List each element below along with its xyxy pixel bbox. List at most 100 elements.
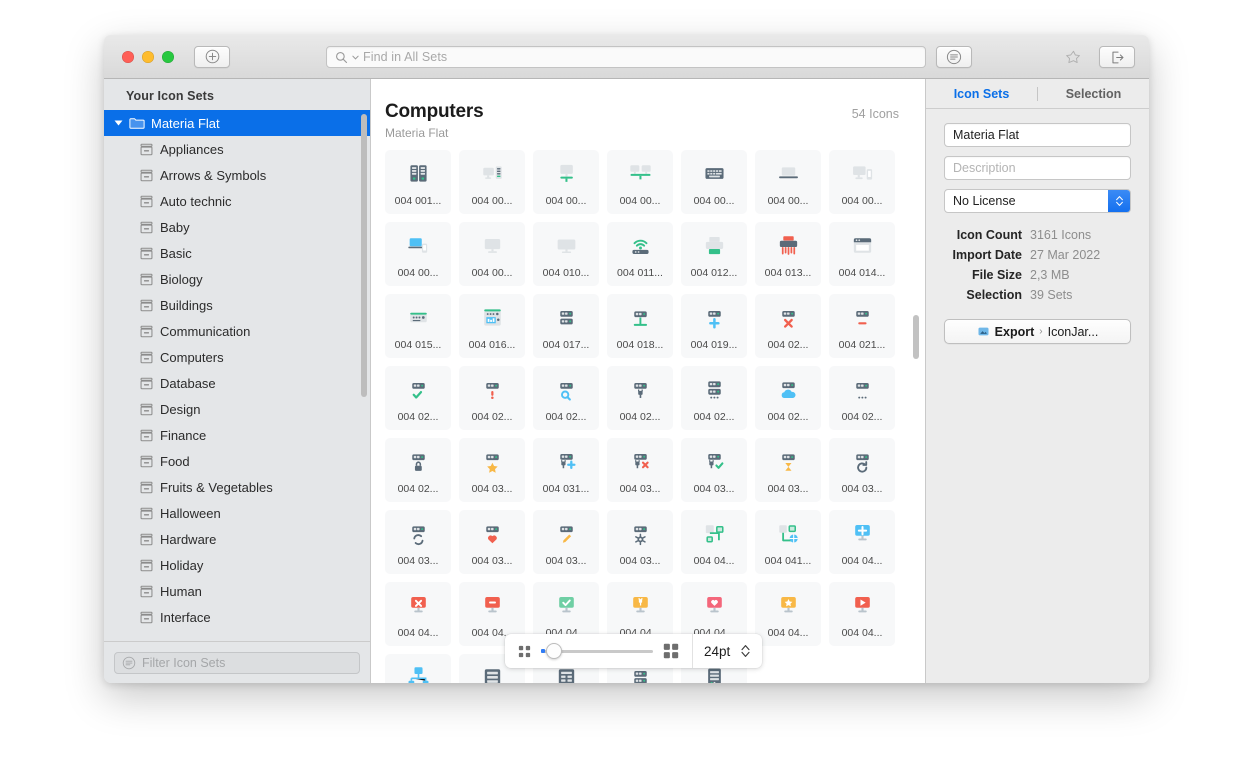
icon-label: 004 031... bbox=[543, 483, 590, 495]
sidebar-item-holiday[interactable]: Holiday bbox=[104, 552, 370, 578]
sidebar-item-communication[interactable]: Communication bbox=[104, 318, 370, 344]
license-select[interactable]: No License bbox=[944, 189, 1131, 213]
icon-cell[interactable]: 004 03... bbox=[607, 438, 673, 502]
tab-selection[interactable]: Selection bbox=[1038, 87, 1149, 101]
minimize-button[interactable] bbox=[142, 51, 154, 63]
icon-cell[interactable]: 004 00... bbox=[533, 150, 599, 214]
sidebar-item-database[interactable]: Database bbox=[104, 370, 370, 396]
sidebar-item-appliances[interactable]: Appliances bbox=[104, 136, 370, 162]
export-button[interactable] bbox=[1099, 46, 1135, 68]
sidebar-item-halloween[interactable]: Halloween bbox=[104, 500, 370, 526]
icon-cell[interactable]: 004 00... bbox=[607, 150, 673, 214]
icon-cell[interactable]: 004 02... bbox=[607, 366, 673, 430]
sidebar-item-finance[interactable]: Finance bbox=[104, 422, 370, 448]
icon-cell[interactable]: 004 00... bbox=[681, 150, 747, 214]
icon-cell[interactable]: 004 014... bbox=[829, 222, 895, 286]
icon-cell[interactable]: 004 015... bbox=[385, 294, 451, 358]
sidebar-scrollbar[interactable] bbox=[361, 114, 367, 397]
icon-cell[interactable]: 004 00... bbox=[459, 150, 525, 214]
sidebar-item-auto-technic[interactable]: Auto technic bbox=[104, 188, 370, 214]
tab-icon-sets[interactable]: Icon Sets bbox=[926, 87, 1037, 101]
disclosure-triangle-icon[interactable] bbox=[115, 121, 123, 126]
icon-cell[interactable]: 004 013... bbox=[755, 222, 821, 286]
icon-cell[interactable]: 004 03... bbox=[459, 438, 525, 502]
icon-set-icon bbox=[139, 610, 154, 625]
icon-cell[interactable]: 004 012... bbox=[681, 222, 747, 286]
icon-label: 004 00... bbox=[472, 267, 513, 279]
sidebar-item-food[interactable]: Food bbox=[104, 448, 370, 474]
icon-cell[interactable]: 004 00... bbox=[829, 150, 895, 214]
sidebar-item-biology[interactable]: Biology bbox=[104, 266, 370, 292]
sidebar-item-design[interactable]: Design bbox=[104, 396, 370, 422]
inspector-tabs: Icon Sets Selection bbox=[926, 79, 1149, 109]
filter-input[interactable]: Filter Icon Sets bbox=[114, 652, 360, 674]
icon-cell[interactable]: 004 04... bbox=[829, 582, 895, 646]
icon-cell[interactable]: 004 016... bbox=[459, 294, 525, 358]
favorite-button[interactable] bbox=[1055, 46, 1091, 68]
icon-cell[interactable]: 004 021... bbox=[829, 294, 895, 358]
icon-cell[interactable]: 004 04... bbox=[681, 510, 747, 574]
icon-cell[interactable]: 004 03... bbox=[607, 510, 673, 574]
icon-cell[interactable]: 004 03... bbox=[681, 438, 747, 502]
icon-cell[interactable]: 004 03... bbox=[829, 438, 895, 502]
icon-cell[interactable]: 004 00... bbox=[459, 222, 525, 286]
icon-cell[interactable]: 004 04... bbox=[385, 582, 451, 646]
icon-cell[interactable]: 004 02... bbox=[385, 366, 451, 430]
icon-cell[interactable]: 004 001... bbox=[385, 150, 451, 214]
icon-cell[interactable]: 004 00... bbox=[755, 150, 821, 214]
monitor-plug-orange-icon bbox=[628, 592, 653, 618]
set-description-input[interactable]: Description bbox=[944, 156, 1131, 180]
slider-knob[interactable] bbox=[546, 643, 562, 659]
icon-cell[interactable]: 004 04... bbox=[829, 510, 895, 574]
icon-cell[interactable]: 004 03... bbox=[459, 510, 525, 574]
icon-cell[interactable]: 004 02... bbox=[829, 366, 895, 430]
sidebar-item-basic[interactable]: Basic bbox=[104, 240, 370, 266]
icon-cell[interactable]: 004 03... bbox=[385, 510, 451, 574]
main-scrollbar[interactable] bbox=[913, 315, 919, 359]
icon-cell[interactable]: 004 041... bbox=[755, 510, 821, 574]
filter-button[interactable] bbox=[936, 46, 972, 68]
sidebar-item-interface[interactable]: Interface bbox=[104, 604, 370, 630]
icon-size-slider[interactable] bbox=[541, 644, 653, 658]
sidebar-item-fruits-vegetables[interactable]: Fruits & Vegetables bbox=[104, 474, 370, 500]
small-grid-icon[interactable] bbox=[517, 644, 532, 659]
icon-cell[interactable]: 004 02... bbox=[755, 366, 821, 430]
icon-cell[interactable]: 004 018... bbox=[607, 294, 673, 358]
icon-cell[interactable]: 004 02... bbox=[459, 366, 525, 430]
close-button[interactable] bbox=[122, 51, 134, 63]
icon-cell[interactable]: 004 02... bbox=[533, 366, 599, 430]
zoom-toolbar: 24pt bbox=[505, 634, 762, 668]
sidebar-item-computers[interactable]: Computers bbox=[104, 344, 370, 370]
stepper-arrows-icon[interactable] bbox=[740, 643, 751, 659]
export-target: IconJar... bbox=[1048, 325, 1099, 339]
sidebar-item-materia-flat[interactable]: Materia Flat bbox=[104, 110, 370, 136]
chevron-down-icon bbox=[352, 54, 359, 61]
icon-cell[interactable]: 004 03... bbox=[533, 510, 599, 574]
icon-cell[interactable]: 004 00... bbox=[385, 222, 451, 286]
icon-cell[interactable] bbox=[385, 654, 451, 683]
set-name-input[interactable]: Materia Flat bbox=[944, 123, 1131, 147]
sidebar-item-arrows-symbols[interactable]: Arrows & Symbols bbox=[104, 162, 370, 188]
icon-cell[interactable]: 004 019... bbox=[681, 294, 747, 358]
icon-label: 004 03... bbox=[768, 483, 809, 495]
add-button[interactable] bbox=[194, 46, 230, 68]
sidebar-item-hardware[interactable]: Hardware bbox=[104, 526, 370, 552]
sidebar-item-buildings[interactable]: Buildings bbox=[104, 292, 370, 318]
sidebar-item-baby[interactable]: Baby bbox=[104, 214, 370, 240]
sidebar-item-human[interactable]: Human bbox=[104, 578, 370, 604]
monitor-star-orange-icon bbox=[776, 592, 801, 618]
icon-cell[interactable]: 004 03... bbox=[755, 438, 821, 502]
large-grid-icon[interactable] bbox=[662, 642, 680, 660]
icon-label: 004 04... bbox=[842, 555, 883, 567]
zoom-button[interactable] bbox=[162, 51, 174, 63]
search-input[interactable]: Find in All Sets bbox=[326, 46, 926, 68]
export-to-iconjar-button[interactable]: Export › IconJar... bbox=[944, 319, 1131, 344]
icon-cell[interactable]: 004 017... bbox=[533, 294, 599, 358]
icon-cell[interactable]: 004 02... bbox=[681, 366, 747, 430]
icon-cell[interactable]: 004 04... bbox=[755, 582, 821, 646]
icon-cell[interactable]: 004 031... bbox=[533, 438, 599, 502]
icon-cell[interactable]: 004 010... bbox=[533, 222, 599, 286]
icon-cell[interactable]: 004 02... bbox=[385, 438, 451, 502]
icon-cell[interactable]: 004 011... bbox=[607, 222, 673, 286]
icon-cell[interactable]: 004 02... bbox=[755, 294, 821, 358]
